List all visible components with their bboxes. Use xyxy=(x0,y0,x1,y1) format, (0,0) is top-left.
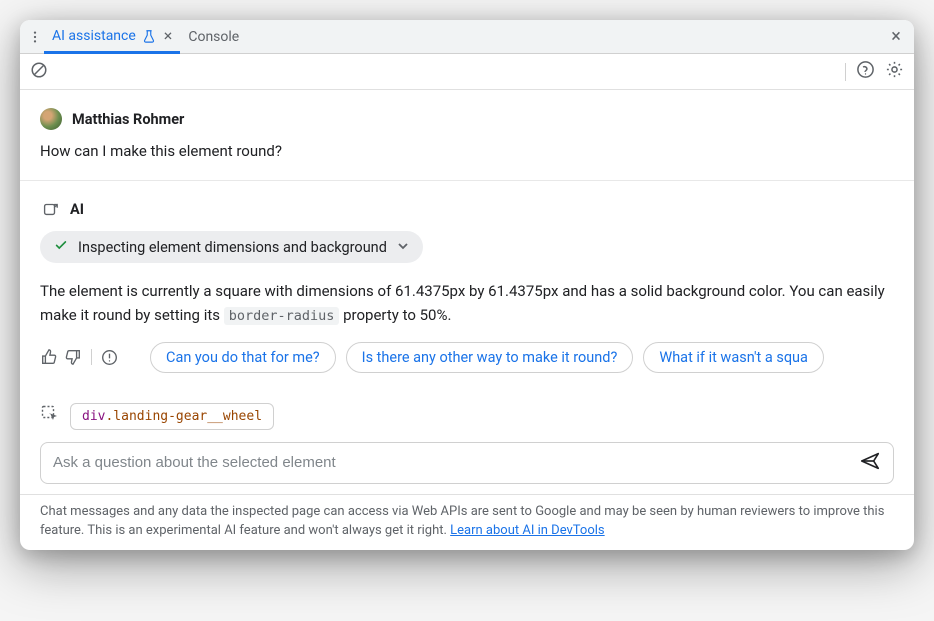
settings-icon[interactable] xyxy=(885,60,904,83)
suggestion-chip[interactable]: Can you do that for me? xyxy=(150,342,336,373)
suggestion-chips: Can you do that for me? Is there any oth… xyxy=(150,342,894,373)
code-inline: border-radius xyxy=(224,307,340,325)
tab-label: Console xyxy=(188,29,239,45)
more-menu-icon[interactable] xyxy=(26,30,44,44)
tab-console[interactable]: Console xyxy=(180,20,247,53)
feedback-row: Can you do that for me? Is there any oth… xyxy=(40,342,894,373)
status-text: Inspecting element dimensions and backgr… xyxy=(78,239,387,256)
user-avatar xyxy=(40,108,62,130)
tab-ai-assistance[interactable]: AI assistance × xyxy=(44,21,180,54)
close-tab-icon[interactable]: × xyxy=(164,26,173,45)
input-row xyxy=(40,442,894,484)
status-chip[interactable]: Inspecting element dimensions and backgr… xyxy=(40,231,423,263)
report-icon[interactable] xyxy=(101,349,118,366)
suggestion-chip[interactable]: Is there any other way to make it round? xyxy=(346,342,634,373)
ai-response-text: The element is currently a square with d… xyxy=(40,279,894,328)
help-icon[interactable] xyxy=(856,60,875,83)
tab-label: AI assistance xyxy=(52,28,136,44)
element-class: .landing-gear__wheel xyxy=(105,409,262,424)
devtools-panel: AI assistance × Console × xyxy=(20,20,914,550)
input-area: div.landing-gear__wheel xyxy=(20,393,914,484)
toolbar xyxy=(20,54,914,90)
thumbs-up-icon[interactable] xyxy=(40,348,58,366)
check-icon xyxy=(54,238,68,256)
selected-element-chip[interactable]: div.landing-gear__wheel xyxy=(70,403,274,430)
close-panel-icon[interactable]: × xyxy=(886,27,906,47)
chevron-down-icon xyxy=(397,240,409,255)
send-icon[interactable] xyxy=(859,450,881,476)
ai-spark-icon xyxy=(40,199,60,219)
thumbs-down-icon[interactable] xyxy=(64,348,82,366)
user-name: Matthias Rohmer xyxy=(72,111,184,128)
element-picker-icon[interactable] xyxy=(40,404,60,428)
ai-label: AI xyxy=(70,201,84,218)
conversation: Matthias Rohmer How can I make this elem… xyxy=(20,90,914,393)
divider xyxy=(845,63,846,81)
suggestion-chip[interactable]: What if it wasn't a squa xyxy=(643,342,824,373)
ai-message: AI Inspecting element dimensions and bac… xyxy=(20,181,914,393)
prompt-input[interactable] xyxy=(53,454,859,471)
clear-icon[interactable] xyxy=(30,67,48,83)
flask-icon xyxy=(142,29,156,43)
disclaimer: Chat messages and any data the inspected… xyxy=(20,494,914,550)
learn-more-link[interactable]: Learn about AI in DevTools xyxy=(450,523,604,538)
user-message: Matthias Rohmer How can I make this elem… xyxy=(20,90,914,180)
element-tag: div xyxy=(82,409,105,424)
tab-bar: AI assistance × Console × xyxy=(20,20,914,54)
user-message-text: How can I make this element round? xyxy=(40,142,894,160)
divider xyxy=(91,349,92,365)
